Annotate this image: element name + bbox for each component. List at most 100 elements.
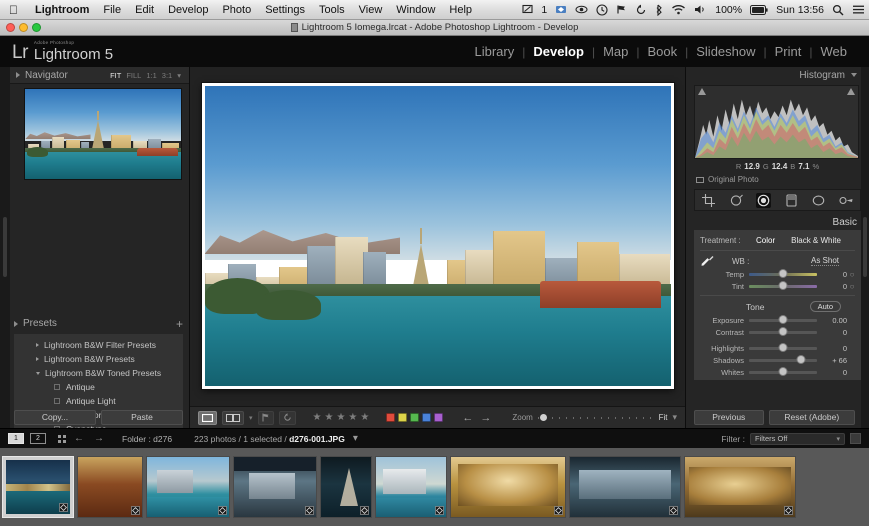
eye-icon[interactable] xyxy=(571,4,592,15)
reset-button[interactable]: Reset (Adobe) xyxy=(769,410,855,425)
menu-item-develop[interactable]: Develop xyxy=(161,4,215,16)
slider-temp[interactable]: Temp 0 ○ xyxy=(694,268,861,280)
view-dropdown-caret-icon[interactable]: ▾ xyxy=(249,414,253,422)
slider-reset-icon[interactable]: ○ xyxy=(847,270,857,279)
star-3[interactable]: ★ xyxy=(336,412,345,423)
screen-2-button[interactable]: 2 xyxy=(30,433,46,444)
disclosure-triangle-icon[interactable] xyxy=(16,72,20,78)
loupe-view-icon[interactable] xyxy=(198,411,217,425)
filter-select[interactable]: Filters Off ▾ xyxy=(750,433,845,445)
menu-item-view[interactable]: View xyxy=(352,4,390,16)
histogram-header[interactable]: Histogram xyxy=(686,67,869,83)
identity-plate[interactable]: Lr Adobe Photoshop Lightroom 5 xyxy=(0,41,113,62)
slider-exposure[interactable]: Exposure 0.00 xyxy=(694,314,861,326)
spotlight-search-icon[interactable] xyxy=(828,4,848,16)
preset-group-bw[interactable]: Lightroom B&W Presets xyxy=(14,352,183,366)
radial-filter-icon[interactable] xyxy=(811,193,826,208)
slider-reset-icon[interactable]: ○ xyxy=(847,282,857,291)
module-slideshow[interactable]: Slideshow xyxy=(688,44,763,59)
nav-zoom-fill[interactable]: FILL xyxy=(126,71,141,80)
slider-knob[interactable] xyxy=(779,281,788,290)
color-label-blue[interactable] xyxy=(422,413,431,422)
filmstrip-thumb-5[interactable] xyxy=(320,456,372,518)
screen-1-button[interactable]: 1 xyxy=(8,433,24,444)
menu-item-tools[interactable]: Tools xyxy=(312,4,352,16)
highlight-clipping-icon[interactable] xyxy=(847,88,855,95)
right-panel-edge[interactable] xyxy=(861,67,869,428)
treatment-color[interactable]: Color xyxy=(748,236,783,245)
flag-icon[interactable] xyxy=(258,411,274,425)
module-library[interactable]: Library xyxy=(466,44,522,59)
timemachine-icon[interactable] xyxy=(592,4,612,16)
minimize-button[interactable] xyxy=(19,23,28,32)
menu-item-lightroom[interactable]: Lightroom xyxy=(28,4,96,16)
battery-icon[interactable] xyxy=(746,5,772,15)
filmstrip-source-dropdown-icon[interactable]: ▾ xyxy=(351,433,360,444)
color-label-red[interactable] xyxy=(386,413,395,422)
rotate-icon[interactable] xyxy=(279,411,296,425)
nav-zoom-fit[interactable]: FIT xyxy=(110,71,121,80)
main-photo[interactable] xyxy=(205,86,671,386)
notification-center-icon[interactable] xyxy=(848,4,869,15)
slider-bar[interactable] xyxy=(749,367,817,377)
before-after-view-icon[interactable] xyxy=(222,411,244,425)
navigator-header[interactable]: Navigator FIT FILL 1:1 3:1 ▾ xyxy=(10,67,189,84)
filmstrip-thumb-7[interactable] xyxy=(450,456,566,518)
chevron-down-icon[interactable] xyxy=(851,73,857,77)
slider-bar[interactable] xyxy=(749,315,817,325)
slider-knob[interactable] xyxy=(779,269,788,278)
filmstrip-thumb-6[interactable] xyxy=(375,456,447,518)
preset-antique[interactable]: Antique xyxy=(14,380,183,394)
go-forward-icon[interactable]: → xyxy=(92,433,106,444)
slider-knob[interactable] xyxy=(796,355,805,364)
grid-view-icon[interactable] xyxy=(58,435,66,443)
slider-bar[interactable] xyxy=(749,355,817,365)
slider-contrast[interactable]: Contrast 0 xyxy=(694,326,861,338)
close-button[interactable] xyxy=(6,23,15,32)
bluetooth-icon[interactable] xyxy=(651,4,667,16)
filmstrip-thumb-8[interactable] xyxy=(569,456,681,518)
wb-value[interactable]: As Shot xyxy=(811,256,839,266)
nav-zoom-1-1[interactable]: 1:1 xyxy=(146,71,156,80)
color-label-purple[interactable] xyxy=(434,413,443,422)
star-4[interactable]: ★ xyxy=(348,412,357,423)
zoom-slider[interactable] xyxy=(538,413,654,423)
star-2[interactable]: ★ xyxy=(324,412,333,423)
module-web[interactable]: Web xyxy=(813,44,856,59)
apple-logo-icon[interactable]:  xyxy=(0,4,28,16)
module-book[interactable]: Book xyxy=(639,44,685,59)
filter-preset-icon[interactable] xyxy=(850,433,861,444)
zoom-slider-knob[interactable] xyxy=(540,414,547,421)
slider-knob[interactable] xyxy=(779,367,788,376)
menu-item-edit[interactable]: Edit xyxy=(128,4,161,16)
disclosure-triangle-icon[interactable] xyxy=(14,321,18,327)
preset-group-bw-toned[interactable]: Lightroom B&W Toned Presets xyxy=(14,366,183,380)
slider-knob[interactable] xyxy=(779,327,788,336)
menu-item-window[interactable]: Window xyxy=(389,4,442,16)
star-5[interactable]: ★ xyxy=(360,412,369,423)
red-eye-correction-icon[interactable] xyxy=(756,193,771,208)
menu-item-photo[interactable]: Photo xyxy=(215,4,258,16)
filmstrip-thumb-2[interactable] xyxy=(77,456,143,518)
slider-tint[interactable]: Tint 0 ○ xyxy=(694,280,861,292)
right-panel-grip[interactable] xyxy=(863,217,867,277)
color-label-yellow[interactable] xyxy=(398,413,407,422)
wifi-icon[interactable] xyxy=(667,4,690,15)
menu-item-settings[interactable]: Settings xyxy=(258,4,312,16)
slider-bar[interactable] xyxy=(749,343,817,353)
auto-tone-button[interactable]: Auto xyxy=(810,301,841,312)
clock-label[interactable]: Sun 13:56 xyxy=(772,4,828,16)
display-mirror-icon[interactable] xyxy=(518,4,537,15)
nav-zoom-3-1[interactable]: 3:1 xyxy=(162,71,172,80)
left-panel-grip[interactable] xyxy=(3,217,7,277)
menu-item-file[interactable]: File xyxy=(96,4,128,16)
add-preset-icon[interactable]: + xyxy=(176,318,183,330)
left-panel-edge[interactable] xyxy=(0,67,10,428)
menu-item-help[interactable]: Help xyxy=(442,4,479,16)
presets-header[interactable]: Presets + xyxy=(14,315,183,332)
previous-button[interactable]: Previous xyxy=(694,410,764,425)
arrow-left-icon[interactable]: ← xyxy=(462,412,473,424)
slider-bar[interactable] xyxy=(749,327,817,337)
rating-stars[interactable]: ★ ★ ★ ★ ★ xyxy=(313,412,370,423)
slider-bar[interactable] xyxy=(749,269,817,279)
